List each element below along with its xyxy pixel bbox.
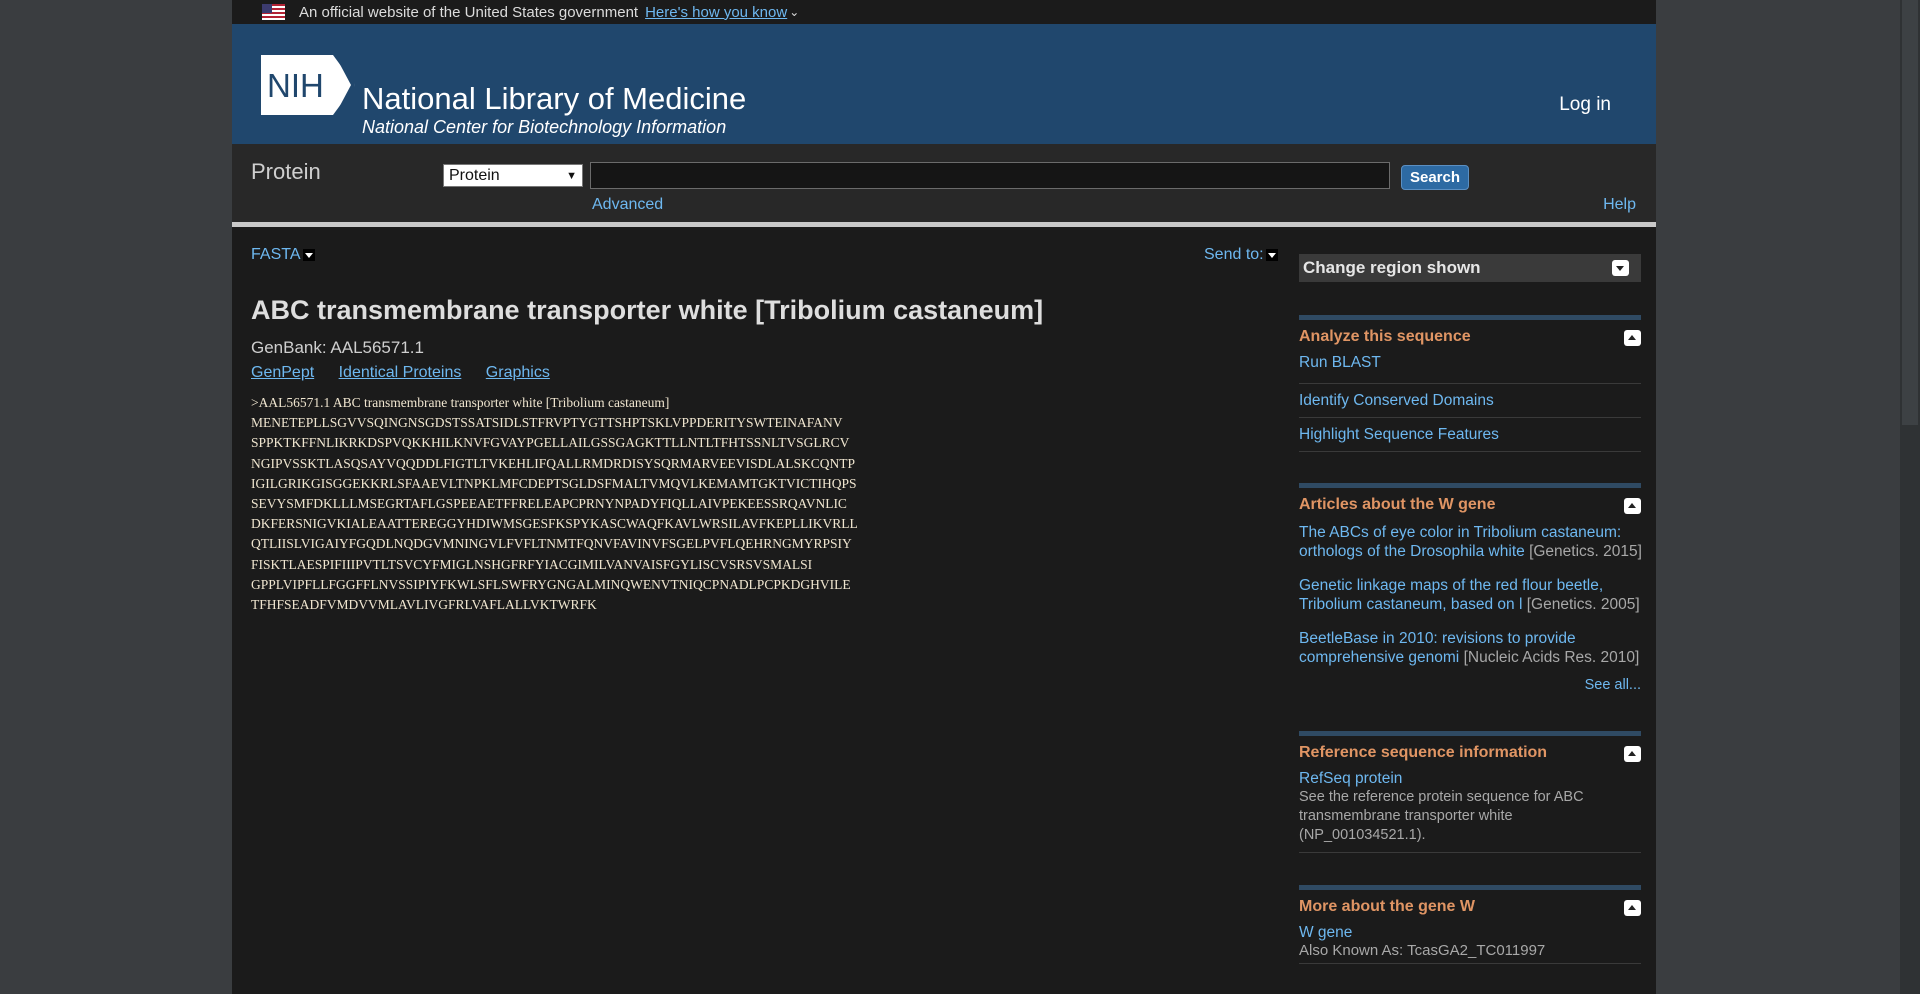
record-title: ABC transmembrane transporter white [Tri…	[251, 295, 1044, 325]
dropdown-arrow-icon	[1265, 248, 1278, 261]
collapse-icon[interactable]	[1624, 330, 1641, 346]
refseq-portlet: Reference sequence information RefSeq pr…	[1299, 731, 1641, 853]
expand-icon[interactable]	[1612, 260, 1629, 276]
articles-portlet: Articles about the W gene The ABCs of ey…	[1299, 483, 1642, 693]
database-select[interactable]: Protein ▼	[443, 164, 583, 187]
change-region-header[interactable]: Change region shown	[1299, 254, 1641, 282]
dropdown-arrow-icon	[302, 248, 315, 261]
article-item: BeetleBase in 2010: revisions to provide…	[1299, 624, 1641, 677]
genpept-link[interactable]: GenPept	[251, 364, 314, 381]
run-blast-link[interactable]: Run BLAST	[1299, 350, 1641, 372]
page-scrollbar[interactable]	[1900, 0, 1920, 994]
nih-logo[interactable]: NIH	[261, 55, 355, 115]
articles-title: Articles about the W gene	[1299, 496, 1496, 513]
heres-how-you-know-link[interactable]: Here's how you know	[645, 4, 787, 21]
send-to-menu[interactable]: Send to:	[1204, 246, 1278, 264]
see-all-link[interactable]: See all...	[1299, 677, 1641, 693]
page: An official website of the United States…	[232, 0, 1656, 994]
scrollbar-thumb[interactable]	[1902, 0, 1918, 425]
us-flag-icon	[262, 4, 285, 20]
sidebar: Change region shown Analyze this sequenc…	[1299, 254, 1642, 964]
article-link[interactable]: comprehensive genomi	[1299, 649, 1459, 666]
fasta-header: >AAL56571.1 ABC transmembrane transporte…	[251, 395, 670, 410]
collapse-icon[interactable]	[1624, 498, 1641, 514]
article-item: Genetic linkage maps of the red flour be…	[1299, 571, 1641, 624]
sequence-line: FISKTLAESPIFIIIPVTLTSVCYFMIGLNSHGFRFYIAC…	[251, 556, 813, 572]
collapse-icon[interactable]	[1624, 900, 1641, 916]
sequence-line: MENETEPLLSGVVSQINGNSGDSTSSATSIDLSTFRVPTY…	[251, 415, 843, 431]
help-link[interactable]: Help	[1603, 196, 1636, 214]
article-item: The ABCs of eye color in Tribolium casta…	[1299, 518, 1642, 571]
sequence-line: TFHFSEADFVMDVVMLAVLIVGFRLVAFLALLVKTWRFK	[251, 597, 597, 613]
format-menu[interactable]: FASTA	[251, 246, 315, 264]
search-bar: Protein Protein ▼ Search Advanced Help	[232, 144, 1656, 227]
nih-logo-text: NIH	[267, 67, 324, 104]
sequence-line: SEVYSMFDKLLLMSEGRTAFLGSPEEAETFFRELEAPCPR…	[251, 496, 847, 512]
refseq-description: See the reference protein sequence for A…	[1299, 789, 1584, 843]
refseq-protein-link[interactable]: RefSeq protein	[1299, 770, 1641, 788]
chevron-down-icon[interactable]: ⌄	[789, 5, 799, 19]
w-gene-link[interactable]: W gene	[1299, 924, 1641, 942]
sequence-line: IGILGRIKGISGGEKKRLSFAAEVLTNPKLMFCDEPTSGL…	[251, 475, 857, 491]
gov-banner-text: An official website of the United States…	[299, 3, 639, 21]
article-link[interactable]: orthologs of the Drosophila white	[1299, 543, 1525, 560]
login-button[interactable]: Log in	[1559, 94, 1611, 116]
article-source: [Genetics. 2015]	[1529, 543, 1642, 560]
fasta-sequence: >AAL56571.1 ABC transmembrane transporte…	[251, 393, 858, 615]
database-select-value: Protein	[449, 166, 500, 184]
record-links: GenPept Identical Proteins Graphics	[251, 364, 570, 382]
sequence-line: GPPLVIPFLLFGGFFLNVSSIPIYFKWLSFLSWFRYGNGA…	[251, 576, 851, 592]
article-source: [Nucleic Acids Res. 2010]	[1463, 649, 1640, 666]
nlm-title[interactable]: National Library of Medicine	[362, 81, 746, 117]
also-known-as: Also Known As: TcasGA2_TC011997	[1299, 942, 1546, 959]
identical-proteins-link[interactable]: Identical Proteins	[339, 364, 462, 381]
collapse-icon[interactable]	[1624, 746, 1641, 762]
article-link[interactable]: Tribolium castaneum, based on l	[1299, 596, 1522, 613]
refseq-title: Reference sequence information	[1299, 744, 1548, 761]
chevron-down-icon: ▼	[566, 169, 577, 182]
article-link[interactable]: The ABCs of eye color in Tribolium casta…	[1299, 523, 1641, 542]
highlight-sequence-features-link[interactable]: Highlight Sequence Features	[1299, 418, 1641, 444]
database-title[interactable]: Protein	[251, 159, 321, 185]
ncbi-subtitle[interactable]: National Center for Biotechnology Inform…	[362, 117, 726, 138]
sequence-line: QTLIISLVIGAIYFGQDLNQDGVMNINGVLFVFLTNMTFQ…	[251, 536, 852, 552]
article-source: [Genetics. 2005]	[1526, 596, 1640, 613]
sequence-line: DKFERSNIGVKIALEAATTEREGGYHDIWMSGESFKSPYK…	[251, 516, 858, 532]
analyze-portlet: Analyze this sequence Run BLAST Identify…	[1299, 315, 1641, 452]
more-gene-title: More about the gene W	[1299, 898, 1475, 915]
article-link[interactable]: Genetic linkage maps of the red flour be…	[1299, 576, 1641, 595]
analyze-title: Analyze this sequence	[1299, 328, 1471, 345]
more-gene-portlet: More about the gene W W gene Also Known …	[1299, 885, 1641, 964]
gov-banner: An official website of the United States…	[232, 0, 1656, 24]
format-label: FASTA	[251, 246, 301, 263]
send-to-label: Send to:	[1204, 246, 1264, 263]
identify-conserved-domains-link[interactable]: Identify Conserved Domains	[1299, 384, 1641, 410]
graphics-link[interactable]: Graphics	[486, 364, 550, 381]
genbank-accession: GenBank: AAL56571.1	[251, 338, 424, 357]
sequence-line: NGIPVSSKTLASQSAYVQQDDLFIGTLTVKEHLIFQALLR…	[251, 455, 855, 471]
nlm-header: NIH National Library of Medicine Nationa…	[232, 24, 1656, 144]
search-input[interactable]	[590, 162, 1390, 189]
article-link[interactable]: BeetleBase in 2010: revisions to provide	[1299, 629, 1641, 648]
search-button[interactable]: Search	[1401, 165, 1469, 190]
change-region-label: Change region shown	[1303, 258, 1481, 277]
advanced-search-link[interactable]: Advanced	[592, 196, 663, 214]
sequence-line: SPPKTKFFNLIKRKDSPVQKKHILKNVFGVAYPGELLAIL…	[251, 435, 850, 451]
